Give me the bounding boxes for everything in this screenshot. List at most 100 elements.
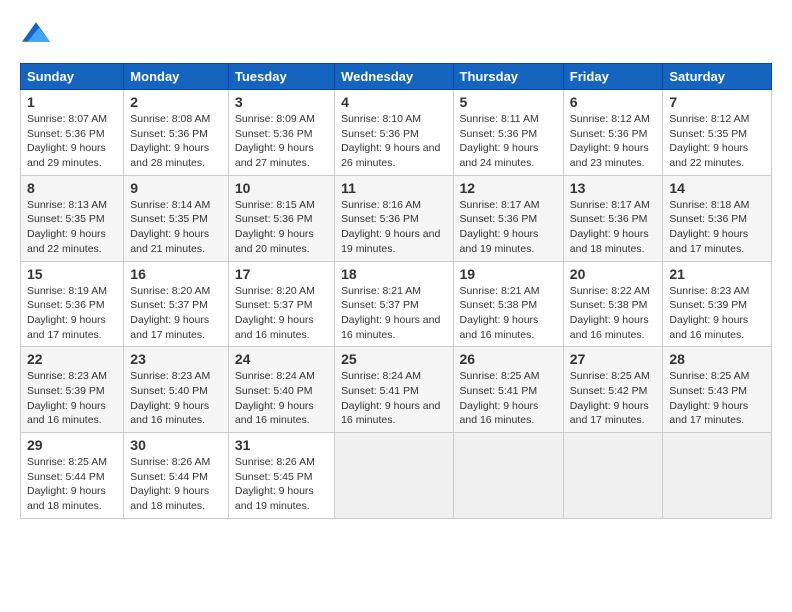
day-info: Sunrise: 8:21 AMSunset: 5:37 PMDaylight:… bbox=[341, 285, 440, 341]
day-number: 3 bbox=[235, 94, 328, 110]
day-cell: 19 Sunrise: 8:21 AMSunset: 5:38 PMDayligh… bbox=[453, 261, 563, 347]
week-row-4: 22 Sunrise: 8:23 AMSunset: 5:39 PMDayligh… bbox=[21, 347, 772, 433]
day-cell: 20 Sunrise: 8:22 AMSunset: 5:38 PMDayligh… bbox=[563, 261, 663, 347]
day-number: 6 bbox=[570, 94, 657, 110]
day-number: 13 bbox=[570, 180, 657, 196]
day-info: Sunrise: 8:16 AMSunset: 5:36 PMDaylight:… bbox=[341, 199, 440, 255]
day-cell: 12 Sunrise: 8:17 AMSunset: 5:36 PMDayligh… bbox=[453, 175, 563, 261]
day-number: 1 bbox=[27, 94, 117, 110]
day-cell: 2 Sunrise: 8:08 AMSunset: 5:36 PMDaylight… bbox=[124, 90, 229, 176]
day-number: 26 bbox=[460, 351, 557, 367]
day-cell: 24 Sunrise: 8:24 AMSunset: 5:40 PMDayligh… bbox=[228, 347, 334, 433]
day-number: 28 bbox=[669, 351, 765, 367]
page-container: SundayMondayTuesdayWednesdayThursdayFrid… bbox=[0, 0, 792, 529]
day-info: Sunrise: 8:13 AMSunset: 5:35 PMDaylight:… bbox=[27, 199, 107, 255]
day-info: Sunrise: 8:17 AMSunset: 5:36 PMDaylight:… bbox=[570, 199, 650, 255]
day-cell: 29 Sunrise: 8:25 AMSunset: 5:44 PMDayligh… bbox=[21, 433, 124, 519]
day-info: Sunrise: 8:23 AMSunset: 5:39 PMDaylight:… bbox=[669, 285, 749, 341]
day-cell bbox=[453, 433, 563, 519]
day-info: Sunrise: 8:08 AMSunset: 5:36 PMDaylight:… bbox=[130, 113, 210, 169]
day-cell: 23 Sunrise: 8:23 AMSunset: 5:40 PMDayligh… bbox=[124, 347, 229, 433]
col-header-friday: Friday bbox=[563, 64, 663, 90]
day-cell: 4 Sunrise: 8:10 AMSunset: 5:36 PMDaylight… bbox=[335, 90, 453, 176]
day-cell: 25Sunrise: 8:24 AMSunset: 5:41 PMDayligh… bbox=[335, 347, 453, 433]
day-cell: 17Sunrise: 8:20 AMSunset: 5:37 PMDayligh… bbox=[228, 261, 334, 347]
day-cell: 27Sunrise: 8:25 AMSunset: 5:42 PMDayligh… bbox=[563, 347, 663, 433]
day-number: 11 bbox=[341, 180, 446, 196]
week-row-5: 29 Sunrise: 8:25 AMSunset: 5:44 PMDayligh… bbox=[21, 433, 772, 519]
col-header-saturday: Saturday bbox=[663, 64, 772, 90]
day-cell bbox=[663, 433, 772, 519]
day-number: 5 bbox=[460, 94, 557, 110]
header-row: SundayMondayTuesdayWednesdayThursdayFrid… bbox=[21, 64, 772, 90]
day-cell: 14 Sunrise: 8:18 AMSunset: 5:36 PMDayligh… bbox=[663, 175, 772, 261]
day-number: 9 bbox=[130, 180, 222, 196]
day-number: 15 bbox=[27, 266, 117, 282]
day-number: 17 bbox=[235, 266, 328, 282]
week-row-2: 8Sunrise: 8:13 AMSunset: 5:35 PMDaylight… bbox=[21, 175, 772, 261]
day-number: 19 bbox=[460, 266, 557, 282]
calendar-table: SundayMondayTuesdayWednesdayThursdayFrid… bbox=[20, 63, 772, 519]
day-cell: 21 Sunrise: 8:23 AMSunset: 5:39 PMDayligh… bbox=[663, 261, 772, 347]
day-info: Sunrise: 8:23 AMSunset: 5:40 PMDaylight:… bbox=[130, 370, 210, 426]
day-info: Sunrise: 8:15 AMSunset: 5:36 PMDaylight:… bbox=[235, 199, 315, 255]
day-info: Sunrise: 8:07 AMSunset: 5:36 PMDaylight:… bbox=[27, 113, 107, 169]
day-info: Sunrise: 8:11 AMSunset: 5:36 PMDaylight:… bbox=[460, 113, 539, 169]
day-cell: 5 Sunrise: 8:11 AMSunset: 5:36 PMDaylight… bbox=[453, 90, 563, 176]
day-number: 31 bbox=[235, 437, 328, 453]
day-number: 25 bbox=[341, 351, 446, 367]
day-cell: 13 Sunrise: 8:17 AMSunset: 5:36 PMDayligh… bbox=[563, 175, 663, 261]
day-number: 4 bbox=[341, 94, 446, 110]
header bbox=[20, 18, 772, 51]
day-cell: 26 Sunrise: 8:25 AMSunset: 5:41 PMDayligh… bbox=[453, 347, 563, 433]
day-cell bbox=[335, 433, 453, 519]
day-info: Sunrise: 8:17 AMSunset: 5:36 PMDaylight:… bbox=[460, 199, 540, 255]
day-cell: 18 Sunrise: 8:21 AMSunset: 5:37 PMDayligh… bbox=[335, 261, 453, 347]
day-number: 10 bbox=[235, 180, 328, 196]
col-header-wednesday: Wednesday bbox=[335, 64, 453, 90]
day-number: 20 bbox=[570, 266, 657, 282]
col-header-sunday: Sunday bbox=[21, 64, 124, 90]
day-info: Sunrise: 8:18 AMSunset: 5:36 PMDaylight:… bbox=[669, 199, 749, 255]
day-info: Sunrise: 8:12 AMSunset: 5:35 PMDaylight:… bbox=[669, 113, 749, 169]
day-info: Sunrise: 8:22 AMSunset: 5:38 PMDaylight:… bbox=[570, 285, 650, 341]
day-number: 14 bbox=[669, 180, 765, 196]
day-number: 22 bbox=[27, 351, 117, 367]
day-number: 29 bbox=[27, 437, 117, 453]
day-number: 7 bbox=[669, 94, 765, 110]
day-cell: 9 Sunrise: 8:14 AMSunset: 5:35 PMDaylight… bbox=[124, 175, 229, 261]
day-info: Sunrise: 8:12 AMSunset: 5:36 PMDaylight:… bbox=[570, 113, 650, 169]
day-number: 23 bbox=[130, 351, 222, 367]
day-info: Sunrise: 8:14 AMSunset: 5:35 PMDaylight:… bbox=[130, 199, 210, 255]
day-info: Sunrise: 8:23 AMSunset: 5:39 PMDaylight:… bbox=[27, 370, 107, 426]
day-cell: 1 Sunrise: 8:07 AMSunset: 5:36 PMDaylight… bbox=[21, 90, 124, 176]
day-cell: 30Sunrise: 8:26 AMSunset: 5:44 PMDayligh… bbox=[124, 433, 229, 519]
day-number: 27 bbox=[570, 351, 657, 367]
day-cell: 10 Sunrise: 8:15 AMSunset: 5:36 PMDayligh… bbox=[228, 175, 334, 261]
day-number: 2 bbox=[130, 94, 222, 110]
day-info: Sunrise: 8:24 AMSunset: 5:40 PMDaylight:… bbox=[235, 370, 315, 426]
day-cell: 7 Sunrise: 8:12 AMSunset: 5:35 PMDaylight… bbox=[663, 90, 772, 176]
day-number: 30 bbox=[130, 437, 222, 453]
day-info: Sunrise: 8:25 AMSunset: 5:41 PMDaylight:… bbox=[460, 370, 540, 426]
day-number: 18 bbox=[341, 266, 446, 282]
day-info: Sunrise: 8:19 AMSunset: 5:36 PMDaylight:… bbox=[27, 285, 107, 341]
col-header-thursday: Thursday bbox=[453, 64, 563, 90]
day-number: 12 bbox=[460, 180, 557, 196]
day-info: Sunrise: 8:21 AMSunset: 5:38 PMDaylight:… bbox=[460, 285, 540, 341]
day-info: Sunrise: 8:09 AMSunset: 5:36 PMDaylight:… bbox=[235, 113, 315, 169]
logo-icon bbox=[22, 18, 50, 46]
day-cell: 8Sunrise: 8:13 AMSunset: 5:35 PMDaylight… bbox=[21, 175, 124, 261]
week-row-1: 1 Sunrise: 8:07 AMSunset: 5:36 PMDaylight… bbox=[21, 90, 772, 176]
day-cell: 6 Sunrise: 8:12 AMSunset: 5:36 PMDaylight… bbox=[563, 90, 663, 176]
col-header-monday: Monday bbox=[124, 64, 229, 90]
day-number: 24 bbox=[235, 351, 328, 367]
day-number: 21 bbox=[669, 266, 765, 282]
day-cell: 3 Sunrise: 8:09 AMSunset: 5:36 PMDaylight… bbox=[228, 90, 334, 176]
day-cell: 22 Sunrise: 8:23 AMSunset: 5:39 PMDayligh… bbox=[21, 347, 124, 433]
day-cell: 11 Sunrise: 8:16 AMSunset: 5:36 PMDayligh… bbox=[335, 175, 453, 261]
day-info: Sunrise: 8:25 AMSunset: 5:44 PMDaylight:… bbox=[27, 456, 107, 512]
logo bbox=[20, 18, 50, 51]
day-number: 16 bbox=[130, 266, 222, 282]
day-info: Sunrise: 8:10 AMSunset: 5:36 PMDaylight:… bbox=[341, 113, 440, 169]
